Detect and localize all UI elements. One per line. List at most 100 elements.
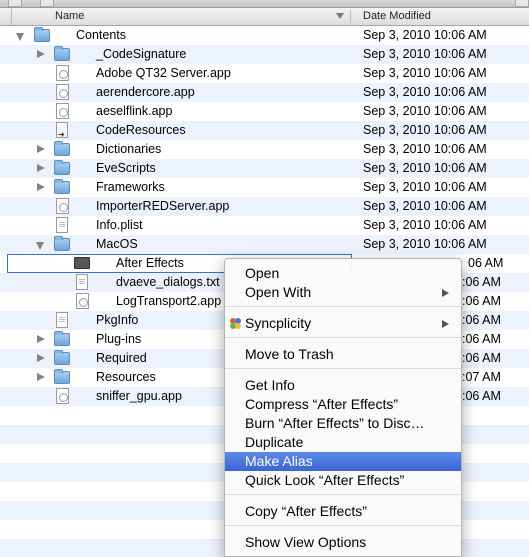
executable-icon bbox=[56, 122, 68, 139]
file-row[interactable]: aerendercore.app Sep 3, 2010 10:06 AM bbox=[0, 83, 529, 102]
name-column-header[interactable]: Name bbox=[55, 8, 84, 25]
column-header-bar: Name Date Modified bbox=[0, 8, 529, 26]
window-top-strip bbox=[0, 0, 529, 8]
file-row[interactable]: Dictionaries Sep 3, 2010 10:06 AM bbox=[0, 140, 529, 159]
app-icon bbox=[56, 388, 69, 404]
menu-item-open-with[interactable]: Open With bbox=[225, 283, 461, 302]
file-name: _CodeSignature bbox=[96, 47, 187, 61]
menu-item-quick-look[interactable]: Quick Look “After Effects” bbox=[225, 471, 461, 490]
file-name: PkgInfo bbox=[96, 313, 139, 327]
folder-icon bbox=[54, 369, 70, 384]
menu-item-burn-to-disc[interactable]: Burn “After Effects” to Disc… bbox=[225, 414, 461, 433]
date-modified: Sep 3, 2010 10:06 AM bbox=[363, 123, 487, 137]
disclosure-closed-icon[interactable] bbox=[37, 145, 45, 153]
file-name: Contents bbox=[76, 28, 127, 42]
date-modified: Sep 3, 2010 10:06 AM bbox=[363, 237, 487, 251]
file-name: aeselflink.app bbox=[96, 104, 173, 118]
file-name: ImporterREDServer.app bbox=[96, 199, 230, 213]
date-modified: Sep 3, 2010 10:06 AM bbox=[363, 180, 487, 194]
file-row[interactable]: Contents Sep 3, 2010 10:06 AM bbox=[0, 26, 529, 45]
toolbar-segment bbox=[515, 0, 529, 7]
folder-icon bbox=[54, 179, 70, 194]
context-menu: Open Open With Syncplicity Move to Trash… bbox=[224, 258, 462, 557]
file-name: MacOS bbox=[96, 237, 138, 251]
menu-separator bbox=[225, 368, 461, 369]
menu-item-copy[interactable]: Copy “After Effects” bbox=[225, 502, 461, 521]
app-icon bbox=[56, 84, 69, 100]
menu-item-open[interactable]: Open bbox=[225, 264, 461, 283]
date-modified: 06 AM bbox=[468, 256, 504, 270]
disclosure-closed-icon[interactable] bbox=[37, 183, 45, 191]
date-modified: :06 AM bbox=[462, 389, 501, 403]
menu-item-syncplicity[interactable]: Syncplicity bbox=[225, 314, 461, 333]
file-name: Plug-ins bbox=[96, 332, 142, 346]
date-modified: Sep 3, 2010 10:06 AM bbox=[363, 47, 487, 61]
date-modified: :06 AM bbox=[462, 275, 501, 289]
file-name: Dictionaries bbox=[96, 142, 162, 156]
file-row[interactable]: ImporterREDServer.app Sep 3, 2010 10:06 A… bbox=[0, 197, 529, 216]
folder-icon bbox=[54, 350, 70, 365]
menu-item-label: Open With bbox=[245, 284, 312, 300]
disclosure-open-icon[interactable] bbox=[36, 242, 44, 250]
menu-separator bbox=[225, 306, 461, 307]
date-modified-column-header[interactable]: Date Modified bbox=[363, 8, 431, 25]
app-icon bbox=[56, 103, 69, 119]
date-modified: Sep 3, 2010 10:06 AM bbox=[363, 28, 487, 42]
file-row[interactable]: Frameworks Sep 3, 2010 10:06 AM bbox=[0, 178, 529, 197]
file-row[interactable]: _CodeSignature Sep 3, 2010 10:06 AM bbox=[0, 45, 529, 64]
document-icon bbox=[56, 312, 68, 328]
menu-item-show-view-options[interactable]: Show View Options bbox=[225, 533, 461, 552]
date-modified: Sep 3, 2010 10:06 AM bbox=[363, 142, 487, 156]
date-modified: Sep 3, 2010 10:06 AM bbox=[363, 218, 487, 232]
date-modified: :07 AM bbox=[462, 370, 501, 384]
disclosure-closed-icon[interactable] bbox=[37, 354, 45, 362]
menu-separator bbox=[225, 494, 461, 495]
file-name: Info.plist bbox=[96, 218, 143, 232]
menu-item-make-alias[interactable]: Make Alias bbox=[225, 452, 461, 471]
submenu-arrow-icon bbox=[442, 289, 449, 297]
file-name: dvaeve_dialogs.txt bbox=[116, 275, 220, 289]
file-row[interactable]: EveScripts Sep 3, 2010 10:06 AM bbox=[0, 159, 529, 178]
file-name: Adobe QT32 Server.app bbox=[96, 66, 231, 80]
file-row[interactable]: Info.plist Sep 3, 2010 10:06 AM bbox=[0, 216, 529, 235]
app-icon bbox=[76, 293, 89, 309]
menu-item-move-to-trash[interactable]: Move to Trash bbox=[225, 345, 461, 364]
file-row[interactable]: aeselflink.app Sep 3, 2010 10:06 AM bbox=[0, 102, 529, 121]
terminal-icon bbox=[74, 257, 90, 269]
toolbar-segment bbox=[40, 0, 54, 7]
date-modified: :06 AM bbox=[462, 351, 501, 365]
syncplicity-icon bbox=[230, 318, 241, 329]
app-icon bbox=[56, 65, 69, 81]
app-icon bbox=[56, 198, 69, 214]
menu-item-duplicate[interactable]: Duplicate bbox=[225, 433, 461, 452]
folder-icon bbox=[54, 236, 70, 251]
column-divider[interactable] bbox=[350, 10, 351, 23]
document-icon bbox=[76, 274, 88, 290]
file-name: LogTransport2.app bbox=[116, 294, 222, 308]
file-name: sniffer_gpu.app bbox=[96, 389, 182, 403]
disclosure-closed-icon[interactable] bbox=[37, 373, 45, 381]
file-name: EveScripts bbox=[96, 161, 156, 175]
date-modified: Sep 3, 2010 10:06 AM bbox=[363, 199, 487, 213]
file-row[interactable]: MacOS Sep 3, 2010 10:06 AM bbox=[0, 235, 529, 254]
disclosure-closed-icon[interactable] bbox=[37, 335, 45, 343]
date-modified: :06 AM bbox=[462, 313, 501, 327]
file-row[interactable]: Adobe QT32 Server.app Sep 3, 2010 10:06 A… bbox=[0, 64, 529, 83]
menu-item-compress[interactable]: Compress “After Effects” bbox=[225, 395, 461, 414]
date-modified: Sep 3, 2010 10:06 AM bbox=[363, 161, 487, 175]
disclosure-open-icon[interactable] bbox=[16, 33, 24, 41]
file-name: After Effects bbox=[116, 256, 184, 270]
menu-separator bbox=[225, 525, 461, 526]
menu-item-get-info[interactable]: Get Info bbox=[225, 376, 461, 395]
date-modified: Sep 3, 2010 10:06 AM bbox=[363, 85, 487, 99]
file-name: Frameworks bbox=[96, 180, 165, 194]
disclosure-closed-icon[interactable] bbox=[37, 164, 45, 172]
folder-icon bbox=[54, 160, 70, 175]
file-name: Required bbox=[96, 351, 147, 365]
disclosure-closed-icon[interactable] bbox=[37, 50, 45, 58]
file-row[interactable]: CodeResources Sep 3, 2010 10:06 AM bbox=[0, 121, 529, 140]
date-modified: :06 AM bbox=[462, 294, 501, 308]
menu-separator bbox=[225, 337, 461, 338]
document-icon bbox=[56, 217, 68, 233]
sort-descending-icon bbox=[336, 13, 344, 19]
